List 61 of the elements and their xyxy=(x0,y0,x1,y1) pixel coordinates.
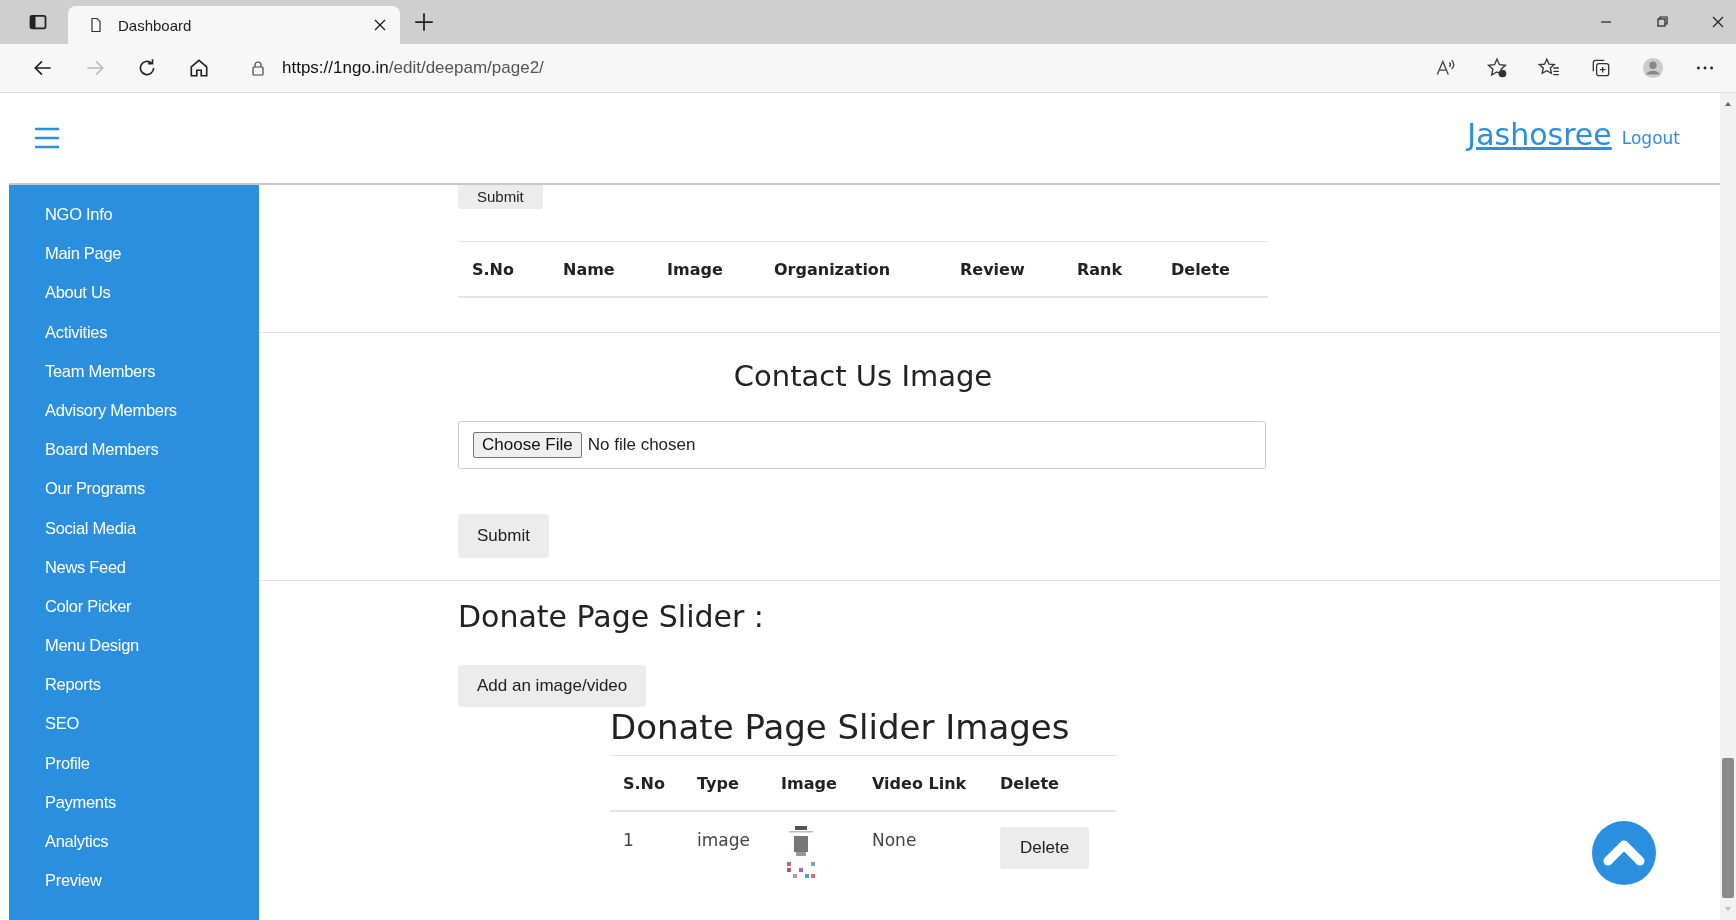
restore-icon[interactable] xyxy=(1654,14,1670,30)
sidebar-item[interactable]: Menu Design xyxy=(45,630,259,670)
sidebar-item[interactable]: Main Page xyxy=(45,238,259,278)
file-input-field[interactable]: Choose File No file chosen xyxy=(458,421,1266,469)
close-window-icon[interactable] xyxy=(1710,14,1726,30)
table-title: Donate Page Slider Images xyxy=(610,707,1071,749)
column-header: S.No xyxy=(472,260,514,279)
submit-button[interactable]: Submit xyxy=(458,185,543,209)
column-header: Type xyxy=(697,774,739,793)
delete-button[interactable]: Delete xyxy=(1000,827,1090,869)
column-header: Name xyxy=(563,260,615,279)
browser-tab[interactable]: Dashboard xyxy=(68,6,400,44)
scroll-to-top-icon[interactable] xyxy=(1592,821,1656,885)
sidebar-item[interactable]: Payments xyxy=(45,786,259,826)
sidebar-item[interactable]: Analytics xyxy=(45,826,259,866)
tab-title: Dashboard xyxy=(118,16,193,34)
column-header: Delete xyxy=(1171,260,1230,279)
sidebar-item[interactable]: Reports xyxy=(45,669,259,709)
sidebar-item[interactable]: Profile xyxy=(45,747,259,787)
submit-button[interactable]: Submit xyxy=(458,514,549,558)
column-header: Video Link xyxy=(872,774,967,793)
table-cell: image xyxy=(697,830,750,850)
column-header: Organization xyxy=(774,260,891,279)
column-header: Review xyxy=(960,260,1025,279)
column-header: Image xyxy=(667,260,723,279)
sidebar-item[interactable]: SEO xyxy=(45,708,259,748)
sidebar-item[interactable]: Advisory Members xyxy=(45,394,259,435)
choose-file-button[interactable]: Choose File xyxy=(473,432,582,458)
sidebar-item[interactable]: Social Media xyxy=(45,512,259,552)
lock-icon xyxy=(250,60,266,76)
scrollbar[interactable] xyxy=(1720,93,1736,920)
sidebar-item[interactable]: NGO Info xyxy=(45,199,259,239)
collections-icon[interactable] xyxy=(1590,57,1612,79)
table-cell: 1 xyxy=(623,830,634,850)
new-tab-icon[interactable] xyxy=(414,12,434,32)
add-favorite-icon[interactable] xyxy=(1486,57,1508,79)
sidebar-item[interactable]: News Feed xyxy=(45,551,259,591)
column-header: S.No xyxy=(623,774,665,793)
page-icon xyxy=(88,17,104,33)
column-header: Rank xyxy=(1077,260,1123,279)
logout-link[interactable]: Logout xyxy=(1621,128,1680,148)
sidebar-item[interactable]: Board Members xyxy=(45,434,259,474)
scrollbar-thumb[interactable] xyxy=(1722,758,1734,898)
sidebar-item[interactable]: Preview xyxy=(45,865,259,905)
sidebar-item[interactable]: About Us xyxy=(45,277,259,317)
section-heading: Donate Page Slider : xyxy=(458,598,765,636)
add-image-video-button[interactable]: Add an image/video xyxy=(458,665,647,707)
column-header: Image xyxy=(781,774,837,793)
profile-avatar-icon[interactable] xyxy=(1642,57,1664,79)
home-icon[interactable] xyxy=(188,57,210,79)
table-cell: None xyxy=(872,830,917,850)
column-header: Delete xyxy=(1000,774,1059,793)
close-icon[interactable] xyxy=(372,17,388,33)
sidebar-item[interactable]: Our Programs xyxy=(45,473,259,513)
section-heading: Contact Us Image xyxy=(732,358,994,395)
sidebar-item[interactable]: Team Members xyxy=(45,355,259,395)
sidebar-item[interactable]: Activities xyxy=(45,316,259,356)
tab-actions-icon[interactable] xyxy=(28,12,48,32)
file-status-text: No file chosen xyxy=(587,435,696,455)
user-name-link[interactable]: Jashosree xyxy=(1467,116,1612,160)
sidebar-item[interactable]: Color Picker xyxy=(45,590,259,631)
